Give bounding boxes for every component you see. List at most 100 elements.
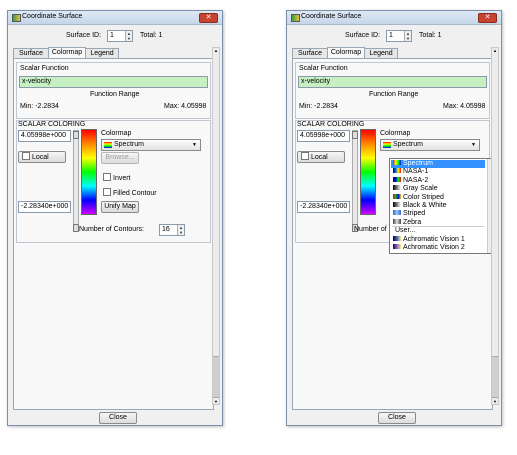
colormap-preview-bar xyxy=(81,129,97,215)
max-value-field[interactable]: 4.05998e+000 xyxy=(18,130,71,142)
colormap-option[interactable]: NASA-1 xyxy=(391,168,485,176)
scroll-up-icon[interactable]: ▲ xyxy=(492,48,498,53)
spinner-arrows-icon[interactable]: ▲ ▼ xyxy=(177,225,184,235)
surface-id-value: 1 xyxy=(110,32,114,39)
colormap-option-label: User... xyxy=(395,227,416,235)
function-range-label: Function Range xyxy=(369,91,419,98)
max-value-field[interactable]: 4.05998e+000 xyxy=(297,130,350,142)
scalar-function-field[interactable]: x-velocity xyxy=(19,76,208,88)
min-value-field[interactable]: -2.28340e+000 xyxy=(18,201,71,213)
scroll-down-icon[interactable]: ▼ xyxy=(492,399,498,404)
colormap-option[interactable]: Color Striped xyxy=(391,193,485,202)
colormap-swatch-icon xyxy=(393,193,401,199)
local-label: Local xyxy=(32,154,49,161)
local-checkbox[interactable]: Local xyxy=(22,152,49,163)
min-label: Min: -2.2834 xyxy=(20,103,59,110)
scalar-function-value: x-velocity xyxy=(22,78,52,85)
colormap-option[interactable]: User... xyxy=(391,227,485,235)
colormap-swatch-icon xyxy=(393,235,401,241)
colormap-swatch-icon xyxy=(393,218,401,224)
app-icon xyxy=(12,14,21,22)
contours-value: 16 xyxy=(162,226,170,233)
title-bar: Coordinate Surface ✕ xyxy=(287,11,501,25)
unify-map-button[interactable]: Unify Map xyxy=(101,201,139,213)
scroll-down-icon[interactable]: ▼ xyxy=(213,399,219,404)
colormap-dropdown-list[interactable]: Spectrum NASA-1 NASA-2 Gray Scale Color Stri… xyxy=(389,158,494,254)
panel-scrollbar[interactable]: ▲ ▼ xyxy=(491,47,499,405)
scrollbar-thumb[interactable] xyxy=(492,356,498,398)
scalar-function-field[interactable]: x-velocity xyxy=(298,76,487,88)
colormap-label: Colormap xyxy=(101,130,132,137)
colormap-option[interactable]: Striped xyxy=(391,210,485,218)
spinner-arrows-icon[interactable]: ▲ ▼ xyxy=(404,31,411,41)
local-checkbox[interactable]: Local xyxy=(301,152,328,163)
chevron-down-icon[interactable]: ▼ xyxy=(192,140,197,150)
colormap-swatch-icon xyxy=(393,160,401,165)
colormap-option[interactable]: Black & White xyxy=(391,202,485,210)
filled-contour-checkbox[interactable]: Filled Contour xyxy=(103,188,157,197)
range-slider[interactable] xyxy=(73,130,79,232)
panel-scrollbar[interactable]: ▲ ▼ xyxy=(212,47,220,405)
local-toggle[interactable]: Local xyxy=(18,151,66,163)
min-value: -2.28340e+000 xyxy=(300,203,348,210)
min-value: -2.28340e+000 xyxy=(21,203,69,210)
window-title: Coordinate Surface xyxy=(22,13,83,20)
max-label: Max: 4.05998 xyxy=(164,103,207,110)
colormap-option-label: Striped xyxy=(403,210,426,218)
browse-button[interactable]: Browse... xyxy=(101,152,139,164)
scalar-coloring-group: SCALAR COLORING 4.05998e+000 Local Color… xyxy=(16,120,211,243)
scalar-function-header: Scalar Function xyxy=(20,65,69,72)
range-slider-top-handle[interactable] xyxy=(352,131,358,139)
local-toggle[interactable]: Local xyxy=(297,151,345,163)
scalar-coloring-header: SCALAR COLORING xyxy=(297,121,365,128)
colormap-option[interactable]: NASA-2 xyxy=(391,176,485,185)
surface-id-row: Surface ID: 1 ▲ ▼ Total: 1 xyxy=(287,30,501,42)
scalar-function-group: Scalar Function x-velocity Function Rang… xyxy=(295,62,490,119)
scalar-coloring-header: SCALAR COLORING xyxy=(18,121,86,128)
title-bar: Coordinate Surface ✕ xyxy=(8,11,222,25)
colormap-selected-label: Spectrum xyxy=(114,141,144,148)
min-label: Min: -2.2834 xyxy=(299,103,338,110)
close-button[interactable]: Close xyxy=(378,412,416,424)
colormap-option-label: Achromatic Vision 2 xyxy=(403,244,465,251)
range-slider-top-handle[interactable] xyxy=(73,131,79,139)
spinner-arrows-icon[interactable]: ▲ ▼ xyxy=(125,31,132,41)
window-close-button[interactable]: ✕ xyxy=(478,13,497,23)
colormap-option-label: NASA-2 xyxy=(403,176,429,184)
colormap-panel: Scalar Function x-velocity Function Rang… xyxy=(13,58,214,410)
chevron-down-icon[interactable]: ▼ xyxy=(471,140,476,150)
surface-id-value: 1 xyxy=(389,32,393,39)
colormap-option-label: NASA-1 xyxy=(403,168,429,176)
surface-id-spinner[interactable]: 1 ▲ ▼ xyxy=(386,30,412,42)
colormap-swatch-icon xyxy=(393,244,401,249)
number-of-contours-label: Number of C xyxy=(354,226,394,233)
colormap-option[interactable]: Achromatic Vision 1 xyxy=(391,235,485,244)
colormap-swatch-icon xyxy=(393,176,401,182)
range-slider[interactable] xyxy=(352,130,358,232)
colormap-option-label: Color Striped xyxy=(403,193,444,201)
scrollbar-thumb[interactable] xyxy=(213,356,219,398)
colormap-swatch-icon xyxy=(393,168,401,174)
spectrum-swatch-icon xyxy=(383,142,391,148)
colormap-select[interactable]: Spectrum ▼ xyxy=(101,139,201,151)
colormap-option[interactable]: Gray Scale xyxy=(391,185,485,193)
invert-label: Invert xyxy=(113,175,131,182)
scroll-up-icon[interactable]: ▲ xyxy=(213,48,219,53)
colormap-select[interactable]: Spectrum ▼ xyxy=(380,139,480,151)
colormap-option[interactable]: Spectrum xyxy=(391,160,485,168)
number-of-contours-label: Number of Contours: xyxy=(79,226,144,233)
surface-id-spinner[interactable]: 1 ▲ ▼ xyxy=(107,30,133,42)
app-icon xyxy=(291,14,300,22)
contours-spinner[interactable]: 16 ▲ ▼ xyxy=(159,224,185,236)
colormap-panel: Scalar Function x-velocity Function Rang… xyxy=(292,58,494,410)
min-value-field[interactable]: -2.28340e+000 xyxy=(297,201,350,213)
scalar-function-value: x-velocity xyxy=(301,78,331,85)
colormap-option-label: Achromatic Vision 1 xyxy=(403,235,465,243)
max-value: 4.05998e+000 xyxy=(21,132,66,139)
invert-checkbox[interactable]: Invert xyxy=(103,173,131,182)
scalar-function-group: Scalar Function x-velocity Function Rang… xyxy=(16,62,211,119)
total-label: Total: 1 xyxy=(140,32,163,39)
window-close-button[interactable]: ✕ xyxy=(199,13,218,23)
close-button[interactable]: Close xyxy=(99,412,137,424)
colormap-option[interactable]: Achromatic Vision 2 xyxy=(391,244,485,252)
